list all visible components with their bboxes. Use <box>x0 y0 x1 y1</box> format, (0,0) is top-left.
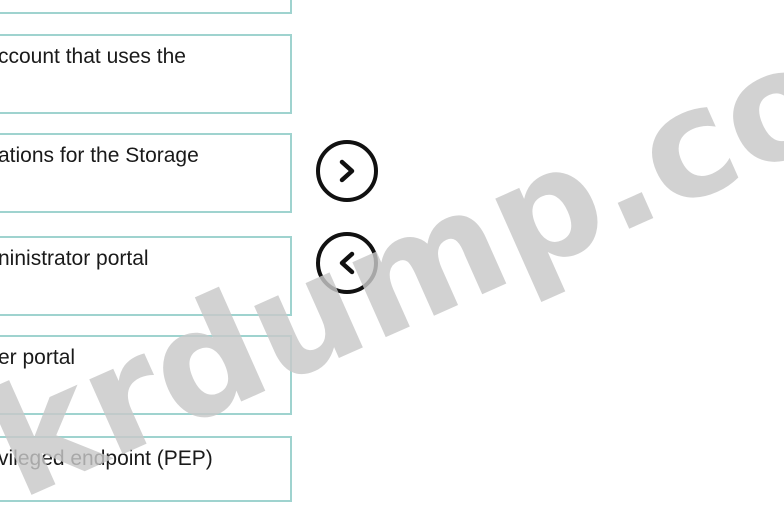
answer-item-2[interactable]: ccount that uses the <box>0 34 292 114</box>
answer-item-4[interactable]: ninistrator portal <box>0 236 292 316</box>
answer-item-5-label: er portal <box>0 346 76 369</box>
chevron-right-icon <box>339 159 355 183</box>
answer-item-4-label: ninistrator portal <box>0 247 149 270</box>
answer-area: ccount that uses the ations for the Stor… <box>0 0 784 518</box>
answer-item-6[interactable]: vileged endpoint (PEP) <box>0 436 292 502</box>
answer-item-5[interactable]: er portal <box>0 335 292 415</box>
answer-item-2-label: ccount that uses the <box>0 45 186 68</box>
move-left-button[interactable] <box>316 232 378 294</box>
answer-item-3[interactable]: ations for the Storage <box>0 133 292 213</box>
answer-item-3-label: ations for the Storage <box>0 144 199 167</box>
move-right-button[interactable] <box>316 140 378 202</box>
answer-item-6-label: vileged endpoint (PEP) <box>0 447 213 470</box>
chevron-left-icon <box>339 251 355 275</box>
answer-item-1[interactable] <box>0 0 292 14</box>
